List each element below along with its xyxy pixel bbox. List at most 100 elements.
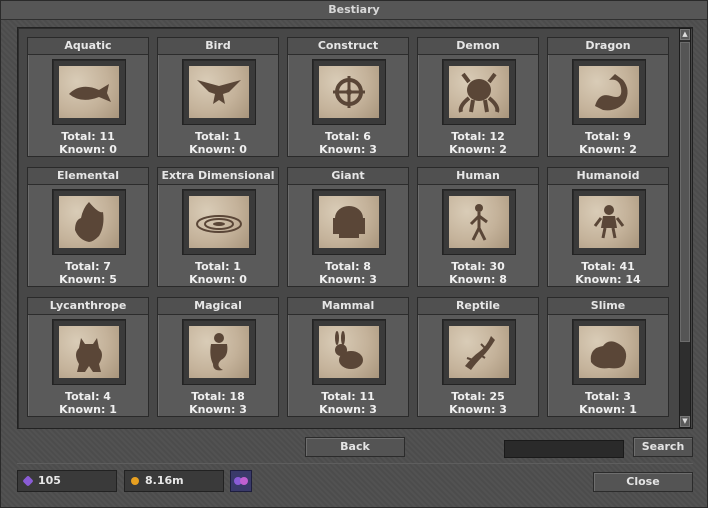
- category-card-construct[interactable]: Construct Total: 6 Known: 3: [287, 37, 409, 157]
- werewolf-icon: [59, 326, 119, 378]
- category-image-frame[interactable]: [52, 59, 126, 125]
- category-total: Total: 7: [65, 260, 111, 273]
- category-card-mammal[interactable]: Mammal Total: 11 Known: 3: [287, 297, 409, 417]
- category-total: Total: 9: [585, 130, 631, 143]
- category-image-frame[interactable]: [572, 189, 646, 255]
- category-image-frame[interactable]: [572, 59, 646, 125]
- dragon-icon: [579, 66, 639, 118]
- gold-coin-icon: [131, 477, 139, 485]
- category-card-magical[interactable]: Magical Total: 18 Known: 3: [157, 297, 279, 417]
- category-total: Total: 6: [325, 130, 371, 143]
- category-card-elemental[interactable]: Elemental Total: 7 Known: 5: [27, 167, 149, 287]
- category-known: Known: 2: [449, 143, 507, 156]
- search-input[interactable]: [504, 440, 624, 458]
- human-icon: [449, 196, 509, 248]
- category-image-frame[interactable]: [52, 319, 126, 385]
- category-total: Total: 1: [195, 130, 241, 143]
- gold-value: 8.16m: [145, 474, 184, 487]
- category-image-frame[interactable]: [312, 319, 386, 385]
- store-icon: [234, 477, 248, 485]
- category-image-frame[interactable]: [182, 319, 256, 385]
- category-card-demon[interactable]: Demon Total: 12 Known: 2: [417, 37, 539, 157]
- category-title: Slime: [548, 298, 668, 315]
- demon-icon: [449, 66, 509, 118]
- category-title: Humanoid: [548, 168, 668, 185]
- category-image-frame[interactable]: [312, 189, 386, 255]
- scroll-up-button[interactable]: ▲: [680, 29, 690, 40]
- category-known: Known: 3: [189, 403, 247, 416]
- category-card-dragon[interactable]: Dragon Total: 9 Known: 2: [547, 37, 669, 157]
- back-button[interactable]: Back: [305, 437, 405, 457]
- category-title: Elemental: [28, 168, 148, 185]
- divider: [17, 463, 693, 464]
- category-image-frame[interactable]: [442, 319, 516, 385]
- category-known: Known: 2: [579, 143, 637, 156]
- category-card-extra-dimensional[interactable]: Extra Dimensional Total: 1 Known: 0: [157, 167, 279, 287]
- category-total: Total: 11: [321, 390, 375, 403]
- category-known: Known: 3: [449, 403, 507, 416]
- category-total: Total: 4: [65, 390, 111, 403]
- category-total: Total: 3: [585, 390, 631, 403]
- close-button[interactable]: Close: [593, 472, 693, 492]
- category-total: Total: 11: [61, 130, 115, 143]
- category-title: Lycanthrope: [28, 298, 148, 315]
- category-card-lycanthrope[interactable]: Lycanthrope Total: 4 Known: 1: [27, 297, 149, 417]
- category-total: Total: 12: [451, 130, 505, 143]
- category-card-aquatic[interactable]: Aquatic Total: 11 Known: 0: [27, 37, 149, 157]
- category-total: Total: 8: [325, 260, 371, 273]
- category-total: Total: 41: [581, 260, 635, 273]
- giant-icon: [319, 196, 379, 248]
- category-image-frame[interactable]: [572, 319, 646, 385]
- search-button[interactable]: Search: [633, 437, 693, 457]
- category-image-frame[interactable]: [312, 59, 386, 125]
- category-title: Extra Dimensional: [158, 168, 278, 185]
- category-known: Known: 3: [319, 403, 377, 416]
- rabbit-icon: [319, 326, 379, 378]
- category-total: Total: 30: [451, 260, 505, 273]
- scrollbar[interactable]: ▲ ▼: [679, 28, 691, 428]
- category-image-frame[interactable]: [442, 59, 516, 125]
- lizard-icon: [449, 326, 509, 378]
- category-known: Known: 14: [575, 273, 641, 286]
- scroll-thumb[interactable]: [680, 42, 690, 342]
- category-card-giant[interactable]: Giant Total: 8 Known: 3: [287, 167, 409, 287]
- category-known: Known: 3: [319, 143, 377, 156]
- fish-icon: [59, 66, 119, 118]
- purple-gem-icon: [22, 475, 34, 487]
- category-grid: Aquatic Total: 11 Known: 0 Bird Total: 1 …: [17, 27, 693, 429]
- category-known: Known: 0: [189, 143, 247, 156]
- category-known: Known: 0: [189, 273, 247, 286]
- category-image-frame[interactable]: [182, 189, 256, 255]
- category-image-frame[interactable]: [52, 189, 126, 255]
- category-card-bird[interactable]: Bird Total: 1 Known: 0: [157, 37, 279, 157]
- category-title: Demon: [418, 38, 538, 55]
- bird-icon: [189, 66, 249, 118]
- category-card-slime[interactable]: Slime Total: 3 Known: 1: [547, 297, 669, 417]
- slime-icon: [579, 326, 639, 378]
- category-card-reptile[interactable]: Reptile Total: 25 Known: 3: [417, 297, 539, 417]
- store-button[interactable]: [230, 470, 252, 492]
- category-known: Known: 1: [59, 403, 117, 416]
- humanoid-icon: [579, 196, 639, 248]
- category-card-human[interactable]: Human Total: 30 Known: 8: [417, 167, 539, 287]
- category-image-frame[interactable]: [442, 189, 516, 255]
- category-title: Aquatic: [28, 38, 148, 55]
- points-value: 105: [38, 474, 61, 487]
- category-known: Known: 0: [59, 143, 117, 156]
- gear-icon: [319, 66, 379, 118]
- category-title: Reptile: [418, 298, 538, 315]
- category-title: Bird: [158, 38, 278, 55]
- category-title: Magical: [158, 298, 278, 315]
- scroll-down-button[interactable]: ▼: [680, 416, 690, 427]
- category-known: Known: 1: [579, 403, 637, 416]
- bestiary-window: Bestiary Aquatic Total: 11 Known: 0 Bird …: [0, 0, 708, 508]
- category-card-humanoid[interactable]: Humanoid Total: 41 Known: 14: [547, 167, 669, 287]
- category-image-frame[interactable]: [182, 59, 256, 125]
- category-title: Construct: [288, 38, 408, 55]
- window-title: Bestiary: [1, 1, 707, 20]
- category-total: Total: 18: [191, 390, 245, 403]
- points-display: 105: [17, 470, 117, 492]
- category-total: Total: 1: [195, 260, 241, 273]
- genie-icon: [189, 326, 249, 378]
- category-title: Giant: [288, 168, 408, 185]
